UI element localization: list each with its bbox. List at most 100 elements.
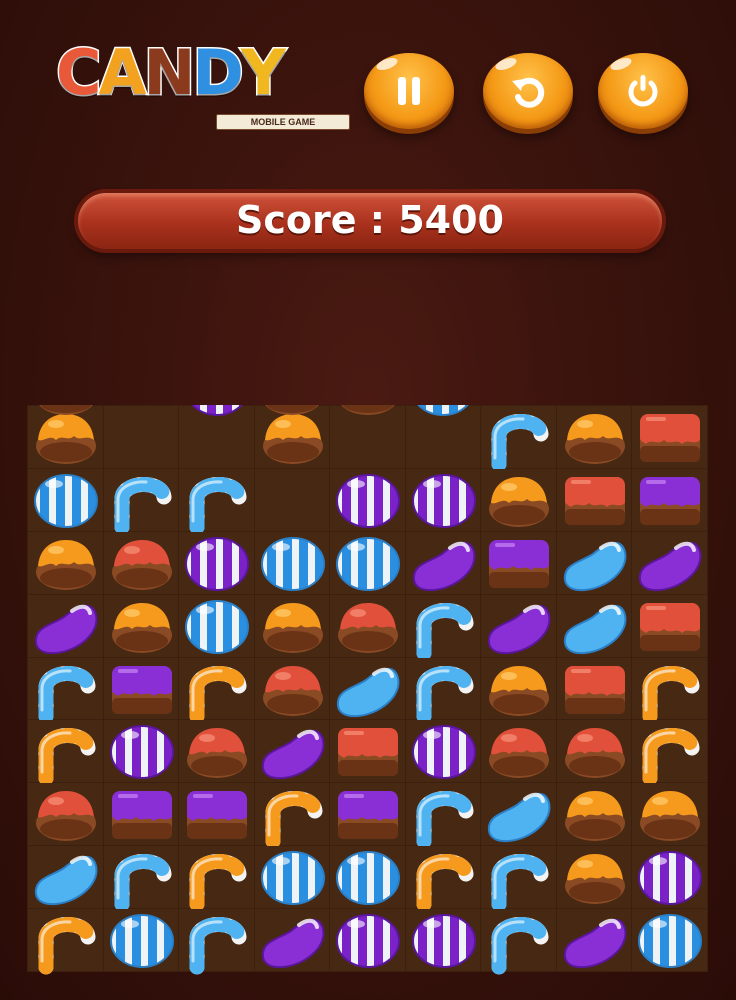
board-cell[interactable] — [103, 594, 179, 657]
board-cell[interactable] — [405, 594, 481, 661]
board-cell[interactable] — [632, 531, 707, 594]
board-cell[interactable] — [556, 531, 632, 594]
board-cell[interactable] — [556, 783, 632, 846]
board-cell[interactable] — [481, 783, 556, 846]
board-cell[interactable] — [330, 909, 405, 971]
purple-bean-candy — [261, 730, 325, 780]
board-cell[interactable] — [103, 406, 179, 468]
board-cell[interactable] — [481, 531, 556, 594]
board-cell[interactable] — [632, 406, 707, 468]
power-icon — [628, 75, 658, 107]
board-cell[interactable] — [28, 594, 103, 657]
board-cell[interactable] — [632, 783, 707, 846]
board-cell[interactable] — [28, 846, 103, 909]
board-cell[interactable] — [179, 594, 254, 657]
board-cell[interactable] — [632, 594, 707, 657]
board-cell[interactable] — [556, 406, 632, 468]
board-cell[interactable] — [405, 783, 481, 849]
board-cell[interactable] — [179, 657, 254, 724]
blue-cane-candy — [38, 665, 96, 724]
restart-button[interactable] — [483, 53, 573, 129]
board-cell[interactable] — [254, 909, 330, 971]
board-cell[interactable] — [481, 406, 556, 472]
game-board[interactable] — [27, 405, 708, 975]
blue-cane-candy — [491, 917, 549, 975]
board-cell[interactable] — [103, 720, 179, 783]
board-cell[interactable] — [632, 909, 707, 971]
blue-egg-candy — [417, 405, 475, 416]
blue-egg-candy — [638, 914, 703, 969]
red-square-candy — [564, 476, 625, 525]
purple-egg-candy — [185, 536, 250, 591]
blue-egg-candy — [109, 914, 174, 969]
blue-egg-candy — [185, 599, 250, 654]
board-cell[interactable] — [556, 468, 632, 531]
board-cell[interactable] — [330, 846, 405, 909]
blue-egg-candy — [260, 851, 325, 906]
board-cell[interactable] — [405, 846, 481, 912]
purple-bean-candy — [639, 541, 702, 591]
board-cell[interactable] — [330, 594, 405, 657]
board-cell[interactable] — [28, 783, 103, 846]
board-cell[interactable] — [330, 468, 405, 531]
board-cell[interactable] — [632, 720, 707, 786]
board-cell[interactable] — [179, 846, 254, 912]
board-cell[interactable] — [28, 909, 103, 975]
board-cell[interactable] — [330, 720, 405, 783]
board-cell[interactable] — [330, 657, 405, 720]
board-cell[interactable] — [254, 720, 330, 783]
red-dome-candy — [187, 728, 248, 779]
board-cell[interactable] — [179, 531, 254, 594]
orange-cane-candy — [416, 854, 474, 912]
purple-bean-candy — [488, 604, 551, 654]
board-cell[interactable] — [179, 720, 254, 783]
board-cell[interactable] — [103, 531, 179, 594]
blue-cane-candy — [114, 476, 172, 535]
board-cell[interactable] — [556, 909, 632, 971]
board-cell[interactable] — [481, 657, 556, 720]
board-cell[interactable] — [481, 846, 556, 912]
board-cell[interactable] — [179, 783, 254, 846]
board-cell[interactable] — [330, 783, 405, 846]
board-cell[interactable] — [405, 909, 481, 971]
board-cell[interactable] — [103, 468, 179, 535]
board-cell[interactable] — [481, 468, 556, 531]
board-cell[interactable] — [632, 846, 707, 909]
board-cell[interactable] — [481, 594, 556, 657]
board-cell[interactable] — [405, 720, 481, 783]
pause-button[interactable] — [364, 53, 454, 129]
board-cell[interactable] — [103, 846, 179, 912]
board-cell[interactable] — [481, 909, 556, 975]
board-cell[interactable] — [254, 783, 330, 849]
board-cell[interactable] — [556, 720, 632, 783]
candy-logo: C A N D Y MOBILE GAME — [55, 30, 350, 130]
board-cell[interactable] — [179, 468, 254, 535]
board-cell[interactable] — [103, 783, 179, 846]
board-cell[interactable] — [103, 657, 179, 720]
board-cell[interactable] — [481, 720, 556, 783]
purple-square-candy — [111, 791, 172, 840]
board-cell[interactable] — [28, 468, 103, 531]
board-cell[interactable] — [28, 531, 103, 594]
power-button[interactable] — [598, 53, 688, 129]
board-cell[interactable] — [632, 657, 707, 724]
board-cell[interactable] — [28, 720, 103, 786]
board-cell[interactable] — [405, 657, 481, 724]
board-cell[interactable] — [405, 531, 481, 594]
board-cell[interactable] — [179, 909, 254, 975]
orange-dome-candy — [39, 405, 93, 415]
board-cell[interactable] — [254, 531, 330, 594]
board-cell[interactable] — [28, 657, 103, 724]
board-cell[interactable] — [632, 468, 707, 531]
orange-dome-candy — [564, 791, 625, 842]
board-cell[interactable] — [254, 468, 330, 531]
board-cell[interactable] — [405, 468, 481, 531]
board-cell[interactable] — [254, 594, 330, 657]
board-cell[interactable] — [330, 531, 405, 594]
board-cell[interactable] — [254, 657, 330, 720]
board-cell[interactable] — [254, 846, 330, 909]
board-cell[interactable] — [556, 657, 632, 720]
board-cell[interactable] — [556, 846, 632, 909]
board-cell[interactable] — [556, 594, 632, 657]
board-cell[interactable] — [103, 909, 179, 971]
